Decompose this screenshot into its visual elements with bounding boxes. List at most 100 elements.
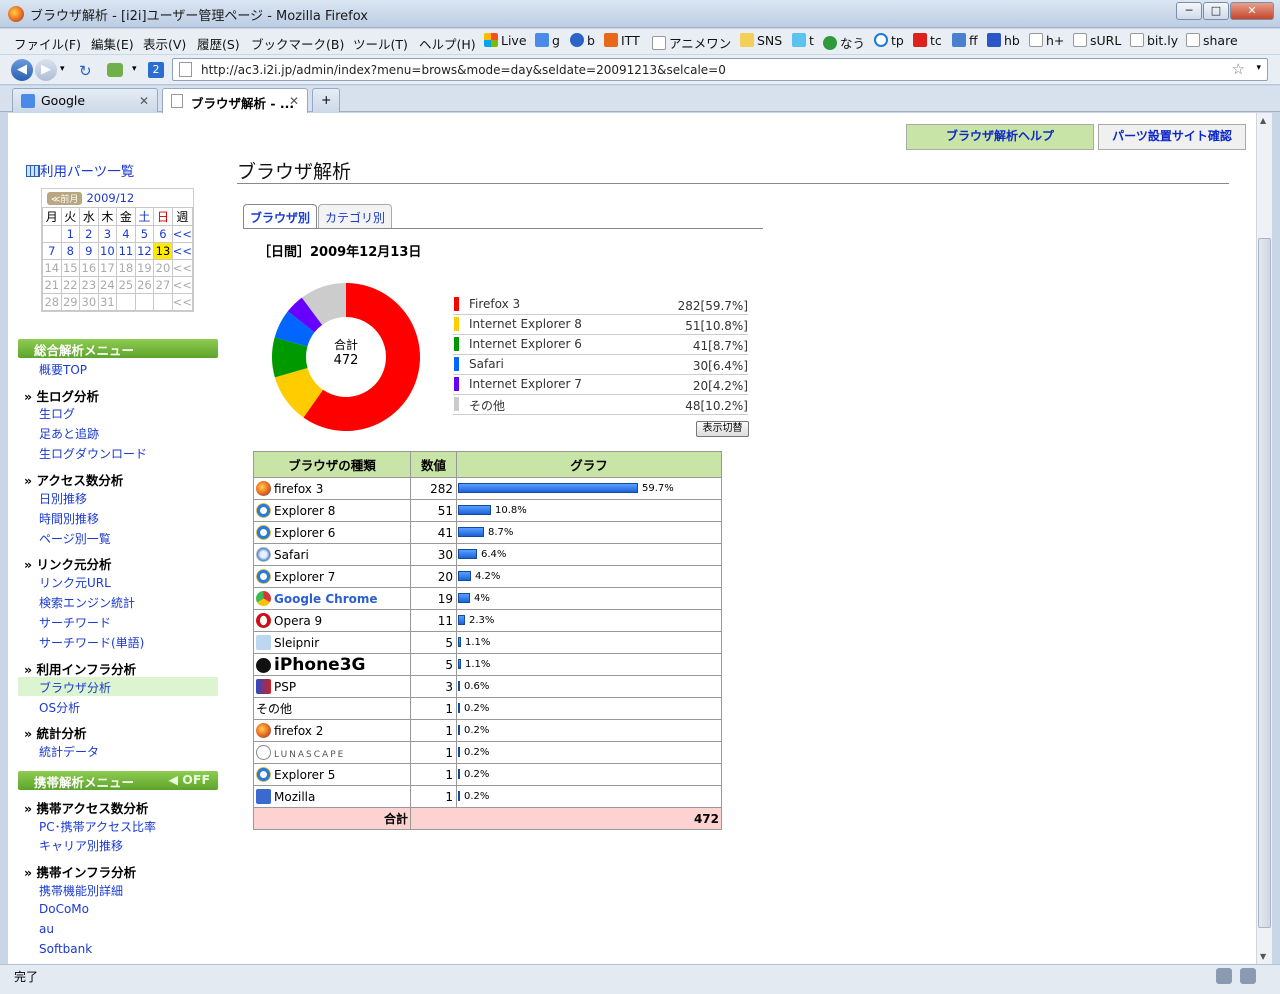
scroll-up-arrow[interactable]: ▲: [1260, 116, 1266, 125]
bookmark-live[interactable]: Live: [484, 33, 527, 48]
close-tab-icon[interactable]: ✕: [139, 94, 149, 108]
url-input[interactable]: [201, 61, 1231, 78]
scroll-down-arrow[interactable]: ▼: [1260, 952, 1266, 961]
bookmark-surl[interactable]: sURL: [1073, 33, 1121, 48]
bookmark-tp[interactable]: tp: [874, 33, 904, 48]
help-button[interactable]: ブラウザ解析ヘルプ: [906, 124, 1094, 150]
vertical-scrollbar[interactable]: ▲ ▼: [1256, 113, 1272, 964]
site-check-button[interactable]: パーツ設置サイト確認: [1098, 124, 1246, 150]
tab-by-category[interactable]: カテゴリ別: [318, 204, 393, 228]
home-button[interactable]: [107, 63, 123, 77]
bookmark-b[interactable]: b: [570, 33, 595, 48]
parts-list-link[interactable]: 利用パーツ一覧: [26, 160, 134, 180]
forward-arrow-icon: ▶: [41, 62, 51, 77]
calendar-day[interactable]: 8: [60, 242, 81, 260]
menu-bookmarks[interactable]: ブックマーク(B): [251, 34, 344, 53]
menu-edit[interactable]: 編集(E): [91, 34, 134, 53]
display-toggle-button[interactable]: 表示切替: [696, 421, 749, 437]
bookmark-hplus[interactable]: h+: [1029, 33, 1064, 48]
calendar-day[interactable]: 10: [97, 242, 118, 260]
browser-count: 5: [410, 631, 457, 654]
menu-history[interactable]: 履歴(S): [197, 34, 240, 53]
bookmark-ff[interactable]: ff: [952, 33, 978, 48]
plus-icon: +: [321, 92, 332, 107]
scroll-thumb[interactable]: [1258, 238, 1271, 928]
sidebar-item-softbank[interactable]: Softbank: [39, 942, 92, 956]
calendar-day[interactable]: 6: [153, 225, 173, 243]
sidebar-item-rawlog[interactable]: 生ログ: [39, 405, 75, 422]
bookmark-animeone[interactable]: アニメワン: [652, 33, 731, 52]
minimize-button[interactable]: ─: [1176, 2, 1202, 20]
calendar-day-today[interactable]: 13: [153, 242, 173, 260]
prev-month-button[interactable]: ≪前月: [47, 192, 83, 205]
folder-icon: [740, 33, 754, 47]
menu-file[interactable]: ファイル(F): [14, 34, 81, 53]
sidebar-item-browser[interactable]: ブラウザ分析: [18, 677, 218, 696]
mobile-off-toggle[interactable]: ◀ OFF: [168, 772, 210, 787]
graph-cell: 8.7%: [456, 521, 722, 544]
sidebar-item-au[interactable]: au: [39, 922, 54, 936]
tab-by-browser[interactable]: ブラウザ別: [243, 204, 318, 228]
bookmark-share[interactable]: share: [1186, 33, 1238, 48]
sidebar-item-rawlog-download[interactable]: 生ログダウンロード: [39, 445, 147, 462]
addon-button[interactable]: 2: [148, 62, 164, 78]
sidebar-item-daily[interactable]: 日別推移: [39, 490, 87, 507]
bookmark-tc[interactable]: tc: [913, 33, 942, 48]
forward-button[interactable]: ▶: [35, 59, 57, 81]
maximize-button[interactable]: □: [1203, 2, 1229, 20]
calendar-week-link[interactable]: <<: [171, 242, 194, 260]
sidebar-item-search-word-single[interactable]: サーチワード(単語): [39, 634, 144, 651]
addon-status-icon[interactable]: [1216, 968, 1232, 984]
firebug-icon[interactable]: [1240, 968, 1256, 984]
back-button[interactable]: ◀: [11, 59, 33, 81]
close-tab-icon[interactable]: ✕: [289, 94, 299, 108]
calendar-day[interactable]: 2: [79, 225, 99, 243]
new-tab-button[interactable]: +: [312, 88, 340, 112]
bookmark-itt[interactable]: ITT: [604, 33, 640, 48]
calendar-day[interactable]: 9: [79, 242, 99, 260]
bookmark-bitly[interactable]: bit.ly: [1130, 33, 1178, 48]
sidebar-item-search-engine[interactable]: 検索エンジン統計: [39, 594, 135, 611]
donut-total-value: 472: [333, 353, 359, 368]
calendar-day: 25: [116, 276, 136, 294]
calendar-day[interactable]: 1: [60, 225, 81, 243]
calendar-day[interactable]: 5: [134, 225, 155, 243]
calendar-day[interactable]: 11: [116, 242, 136, 260]
menu-help[interactable]: ヘルプ(H): [419, 34, 476, 53]
sidebar-item-pages[interactable]: ページ別一覧: [39, 530, 111, 547]
reload-button[interactable]: ↻: [79, 62, 92, 80]
tab-browser-analysis[interactable]: ブラウザ解析 - ... ✕: [162, 88, 308, 113]
sidebar-item-pc-mobile-ratio[interactable]: PC･携帯アクセス比率: [39, 818, 156, 835]
calendar-day[interactable]: 4: [116, 225, 136, 243]
sidebar-item-overview[interactable]: 概要TOP: [39, 361, 87, 378]
sidebar-item-referrer-url[interactable]: リンク元URL: [39, 574, 111, 591]
sidebar-item-os[interactable]: OS分析: [39, 699, 80, 716]
calendar-day[interactable]: 12: [134, 242, 155, 260]
bookmark-star-icon[interactable]: ☆: [1232, 60, 1245, 78]
calendar-week-link[interactable]: <<: [171, 225, 194, 243]
sidebar-item-docomo[interactable]: DoCoMo: [39, 902, 89, 916]
sidebar-item-stats-data[interactable]: 統計データ: [39, 743, 99, 760]
sidebar-item-carrier[interactable]: キャリア別推移: [39, 837, 123, 854]
bookmark-hb[interactable]: hb: [987, 33, 1020, 48]
calendar-day[interactable]: 3: [97, 225, 118, 243]
bookmark-t[interactable]: t: [792, 33, 814, 48]
home-dropdown[interactable]: ▾: [132, 64, 137, 74]
bookmark-nau[interactable]: なう: [823, 33, 865, 52]
bookmark-sns[interactable]: SNS: [740, 33, 782, 48]
calendar-day[interactable]: 7: [42, 242, 62, 260]
menu-tools[interactable]: ツール(T): [353, 34, 408, 53]
menu-view[interactable]: 表示(V): [143, 34, 186, 53]
sidebar-item-mobile-features[interactable]: 携帯機能別詳細: [39, 882, 123, 899]
tab-google[interactable]: Google ✕: [12, 88, 158, 112]
url-bar[interactable]: ☆ ▾: [172, 58, 1268, 81]
sidebar-item-search-word[interactable]: サーチワード: [39, 614, 111, 631]
sidebar-item-hourly[interactable]: 時間別推移: [39, 510, 99, 527]
sidebar-item-footprint[interactable]: 足あと追跡: [39, 425, 99, 442]
bookmark-g[interactable]: g: [535, 33, 560, 48]
calendar-day: 17: [97, 259, 118, 277]
graph-cell: 4%: [456, 587, 722, 610]
close-window-button[interactable]: ✕: [1230, 2, 1274, 20]
url-dropdown[interactable]: ▾: [1256, 63, 1261, 73]
history-dropdown[interactable]: ▾: [60, 64, 65, 74]
